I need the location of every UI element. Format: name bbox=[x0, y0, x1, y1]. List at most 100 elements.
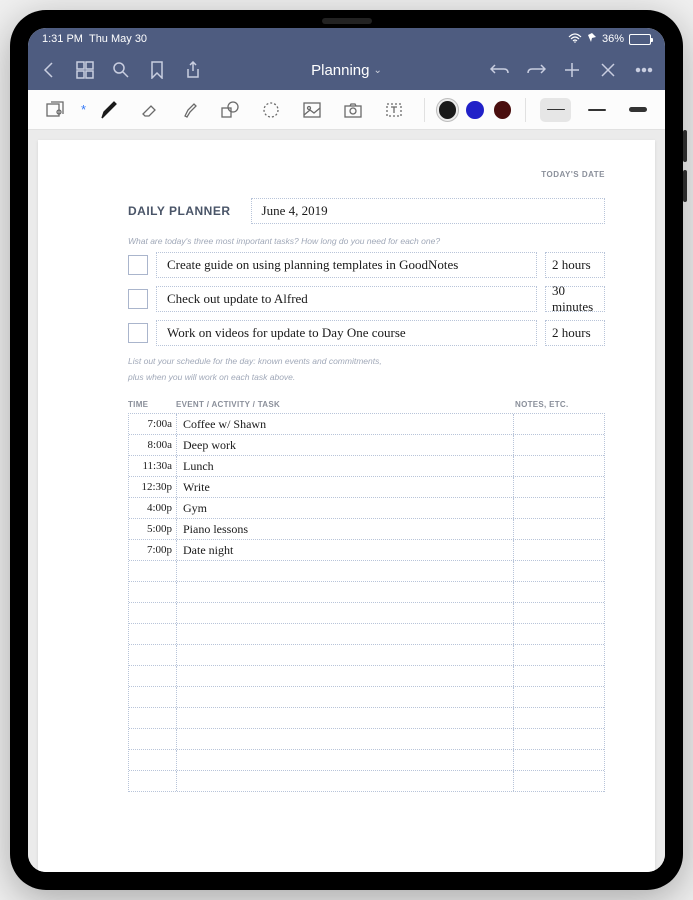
schedule-row[interactable] bbox=[129, 582, 604, 603]
bookmark-button[interactable] bbox=[146, 59, 168, 81]
grid-view-button[interactable] bbox=[74, 59, 96, 81]
task-row: Check out update to Alfred 30 minutes bbox=[128, 286, 605, 312]
schedule-row[interactable] bbox=[129, 624, 604, 645]
schedule-row[interactable] bbox=[129, 687, 604, 708]
pen-tool[interactable] bbox=[92, 94, 123, 126]
schedule-time: 5:00p bbox=[129, 519, 177, 539]
schedule-notes bbox=[514, 456, 604, 476]
schedule-time: 11:30a bbox=[129, 456, 177, 476]
schedule-row[interactable]: 7:00aCoffee w/ Shawn bbox=[129, 414, 604, 435]
tasks-hint: What are today's three most important ta… bbox=[128, 236, 605, 246]
undo-button[interactable] bbox=[489, 59, 511, 81]
schedule-time: 4:00p bbox=[129, 498, 177, 518]
redo-button[interactable] bbox=[525, 59, 547, 81]
task-checkbox[interactable] bbox=[128, 323, 148, 343]
toolbar: * bbox=[28, 90, 665, 130]
stroke-thin[interactable] bbox=[540, 98, 571, 122]
back-button[interactable] bbox=[38, 59, 60, 81]
schedule-row[interactable] bbox=[129, 666, 604, 687]
schedule-row[interactable] bbox=[129, 750, 604, 771]
schedule-notes bbox=[514, 687, 604, 707]
schedule-time bbox=[129, 750, 177, 770]
schedule-time bbox=[129, 603, 177, 623]
color-red[interactable] bbox=[494, 101, 511, 119]
schedule-row[interactable]: 11:30aLunch bbox=[129, 456, 604, 477]
color-blue[interactable] bbox=[466, 101, 483, 119]
schedule-time bbox=[129, 645, 177, 665]
schedule-row[interactable] bbox=[129, 603, 604, 624]
share-button[interactable] bbox=[182, 59, 204, 81]
stroke-medium[interactable] bbox=[581, 98, 612, 122]
schedule-time bbox=[129, 729, 177, 749]
battery-pct: 36% bbox=[602, 33, 624, 45]
schedule-row[interactable]: 12:30pWrite bbox=[129, 477, 604, 498]
schedule-time bbox=[129, 561, 177, 581]
highlighter-tool[interactable] bbox=[174, 94, 205, 126]
schedule-row[interactable]: 7:00pDate night bbox=[129, 540, 604, 561]
schedule-notes bbox=[514, 582, 604, 602]
schedule-notes bbox=[514, 624, 604, 644]
schedule-event: Date night bbox=[177, 540, 514, 560]
search-button[interactable] bbox=[110, 59, 132, 81]
col-header-event: EVENT / ACTIVITY / TASK bbox=[176, 400, 515, 409]
schedule-notes bbox=[514, 414, 604, 434]
shapes-tool[interactable] bbox=[215, 94, 246, 126]
page-area[interactable]: TODAY'S DATE DAILY PLANNER June 4, 2019 … bbox=[28, 130, 665, 872]
schedule-event: Deep work bbox=[177, 435, 514, 455]
task-checkbox[interactable] bbox=[128, 255, 148, 275]
schedule-notes bbox=[514, 540, 604, 560]
schedule-row[interactable] bbox=[129, 561, 604, 582]
edit-toggle-button[interactable] bbox=[597, 59, 619, 81]
stroke-thick[interactable] bbox=[622, 98, 653, 122]
task-checkbox[interactable] bbox=[128, 289, 148, 309]
schedule-time: 7:00a bbox=[129, 414, 177, 434]
schedule-notes bbox=[514, 561, 604, 581]
chevron-down-icon[interactable]: ⌄ bbox=[374, 65, 382, 76]
schedule-event: Lunch bbox=[177, 456, 514, 476]
task-duration-field[interactable]: 2 hours bbox=[545, 320, 605, 346]
schedule-row[interactable] bbox=[129, 708, 604, 729]
task-duration-field[interactable]: 30 minutes bbox=[545, 286, 605, 312]
schedule-row[interactable]: 4:00pGym bbox=[129, 498, 604, 519]
camera-tool[interactable] bbox=[338, 94, 369, 126]
schedule-event bbox=[177, 729, 514, 749]
add-button[interactable] bbox=[561, 59, 583, 81]
schedule-row[interactable] bbox=[129, 645, 604, 666]
color-black[interactable] bbox=[439, 101, 456, 119]
divider bbox=[525, 98, 526, 122]
wifi-icon bbox=[568, 33, 582, 46]
battery-icon bbox=[629, 34, 651, 45]
task-text-field[interactable]: Create guide on using planning templates… bbox=[156, 252, 537, 278]
schedule-notes bbox=[514, 645, 604, 665]
side-button-2 bbox=[683, 170, 687, 202]
more-button[interactable] bbox=[633, 59, 655, 81]
zoom-tool[interactable] bbox=[40, 94, 71, 126]
lasso-tool[interactable] bbox=[256, 94, 287, 126]
task-text-field[interactable]: Work on videos for update to Day One cou… bbox=[156, 320, 537, 346]
document-title[interactable]: Planning bbox=[311, 62, 369, 79]
status-bar: 1:31 PM Thu May 30 36% bbox=[28, 28, 665, 50]
schedule-row[interactable]: 5:00pPiano lessons bbox=[129, 519, 604, 540]
task-duration-field[interactable]: 2 hours bbox=[545, 252, 605, 278]
schedule-event bbox=[177, 645, 514, 665]
schedule-event: Gym bbox=[177, 498, 514, 518]
schedule-time bbox=[129, 687, 177, 707]
col-header-notes: NOTES, ETC. bbox=[515, 400, 605, 409]
schedule-row[interactable] bbox=[129, 771, 604, 792]
schedule-hint-line1: List out your schedule for the day: know… bbox=[128, 356, 605, 366]
schedule-grid[interactable]: 7:00aCoffee w/ Shawn8:00aDeep work11:30a… bbox=[128, 413, 605, 792]
date-field[interactable]: June 4, 2019 bbox=[251, 198, 605, 224]
schedule-event bbox=[177, 750, 514, 770]
task-text-field[interactable]: Check out update to Alfred bbox=[156, 286, 537, 312]
planner-page[interactable]: TODAY'S DATE DAILY PLANNER June 4, 2019 … bbox=[38, 140, 655, 872]
schedule-row[interactable]: 8:00aDeep work bbox=[129, 435, 604, 456]
schedule-notes bbox=[514, 477, 604, 497]
schedule-notes bbox=[514, 435, 604, 455]
text-tool[interactable] bbox=[379, 94, 410, 126]
eraser-tool[interactable] bbox=[133, 94, 164, 126]
status-date: Thu May 30 bbox=[89, 33, 147, 45]
image-tool[interactable] bbox=[297, 94, 328, 126]
schedule-time bbox=[129, 666, 177, 686]
status-time: 1:31 PM bbox=[42, 33, 83, 45]
schedule-row[interactable] bbox=[129, 729, 604, 750]
